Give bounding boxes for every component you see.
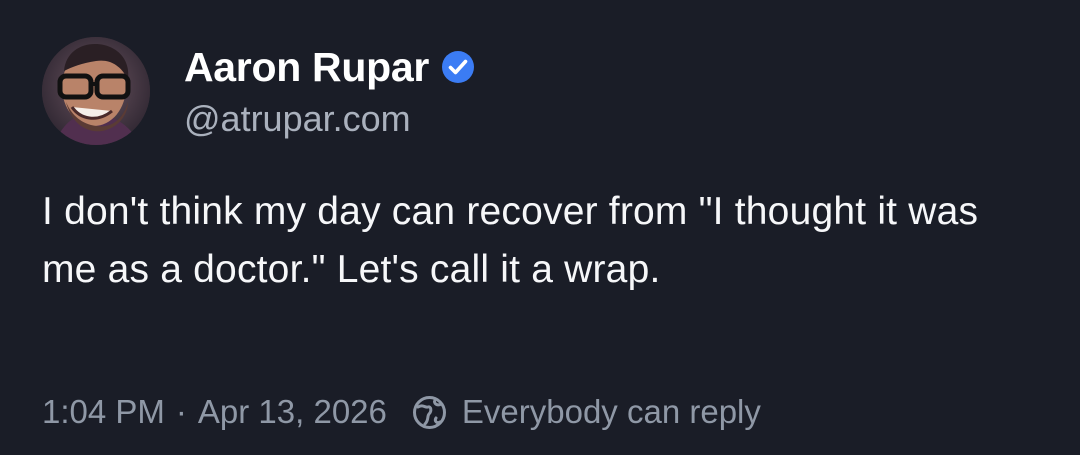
post-meta: 1:04 PM · Apr 13, 2026 Everybody can rep… [42,389,761,435]
verified-check-icon [442,51,475,83]
post-time: 1:04 PM [42,393,165,430]
reply-setting[interactable]: Everybody can reply [462,393,761,431]
author-row: Aaron Rupar [184,42,475,92]
post-text: I don't think my day can recover from "I… [42,190,979,291]
display-name[interactable]: Aaron Rupar [184,44,429,91]
handle[interactable]: @atrupar.com [184,98,411,140]
globe-icon [412,395,446,429]
avatar-image [42,37,150,145]
meta-separator: · [175,393,187,430]
post-date: Apr 13, 2026 [197,393,387,430]
post-card: Aaron Rupar @atrupar.com I don't think m… [0,0,1080,455]
avatar[interactable] [42,37,150,145]
